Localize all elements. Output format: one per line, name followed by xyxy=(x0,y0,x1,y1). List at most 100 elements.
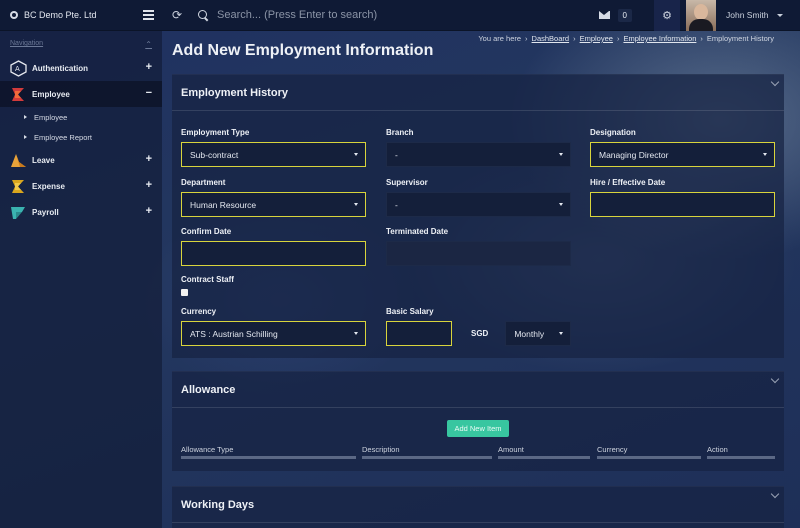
sidebar-subitem-employee[interactable]: Employee xyxy=(0,107,162,127)
sidebar-item-authentication[interactable]: A Authentication + xyxy=(0,55,162,81)
employment-type-field: Employment Type Sub-contract xyxy=(181,128,366,167)
column-divider xyxy=(181,456,356,459)
page-title: Add New Employment Information xyxy=(172,42,434,59)
select-value: ATS : Austrian Schilling xyxy=(190,328,278,339)
allowance-panel: Allowance Add New Item Allowance Type De… xyxy=(172,371,784,471)
expand-icon[interactable]: + xyxy=(146,154,152,165)
chevron-up-icon[interactable]: ⌃ xyxy=(145,40,152,49)
collapse-icon[interactable]: − xyxy=(146,88,152,99)
department-select[interactable]: Human Resource xyxy=(181,192,366,217)
menu-toggle-icon[interactable] xyxy=(143,10,154,20)
svg-text:A: A xyxy=(15,65,20,73)
refresh-icon[interactable]: ⟳ xyxy=(170,8,184,22)
supervisor-field: Supervisor - xyxy=(386,178,571,217)
panel-title: Employment History xyxy=(181,86,288,99)
field-label: Employment Type xyxy=(181,128,250,137)
settings-gear-icon[interactable]: ⚙ xyxy=(654,0,680,31)
sidebar-item-label: Payroll xyxy=(32,207,59,217)
sidebar-item-label: Authentication xyxy=(32,63,88,73)
basic-salary-input[interactable] xyxy=(386,321,452,346)
sidebar-subitem-employee-report[interactable]: Employee Report xyxy=(0,127,162,147)
chevron-down-icon[interactable] xyxy=(770,374,780,384)
expand-icon[interactable]: + xyxy=(146,206,152,217)
pay-period-select[interactable]: Monthly xyxy=(505,321,572,346)
breadcrumb-dashboard[interactable]: DashBoard xyxy=(532,34,570,43)
add-new-item-button[interactable]: Add New Item xyxy=(447,420,509,437)
leave-icon xyxy=(11,153,26,167)
supervisor-select[interactable]: - xyxy=(386,192,571,217)
sidebar-item-expense[interactable]: Expense + xyxy=(0,173,162,199)
avatar[interactable] xyxy=(686,0,716,31)
column-header-description[interactable]: Description xyxy=(362,445,400,454)
designation-field: Designation Managing Director xyxy=(590,128,775,167)
chevron-down-icon xyxy=(776,13,783,17)
sidebar-item-employee[interactable]: Employee − xyxy=(0,81,162,107)
column-divider xyxy=(597,456,701,459)
field-label: Contract Staff xyxy=(181,275,234,284)
panel-title: Working Days xyxy=(181,498,255,511)
mail-count-badge: 0 xyxy=(617,8,632,22)
employment-type-select[interactable]: Sub-contract xyxy=(181,142,366,167)
caret-right-icon xyxy=(24,135,27,139)
currency-select[interactable]: ATS : Austrian Schilling xyxy=(181,321,366,346)
chevron-down-icon[interactable] xyxy=(770,77,780,87)
search-bar xyxy=(198,9,599,21)
designation-select[interactable]: Managing Director xyxy=(590,142,775,167)
caret-down-icon xyxy=(354,203,358,206)
breadcrumb-separator: › xyxy=(525,34,528,43)
sidebar-item-label: Leave xyxy=(32,155,55,165)
column-divider xyxy=(707,456,775,459)
field-label: Currency xyxy=(181,307,217,316)
working-days-panel: Working Days xyxy=(172,486,784,528)
column-header-allowance-type[interactable]: Allowance Type xyxy=(181,445,233,454)
search-input[interactable] xyxy=(217,9,537,21)
sidebar-item-payroll[interactable]: Payroll + xyxy=(0,199,162,225)
panel-header: Employment History xyxy=(172,75,784,111)
select-value: - xyxy=(395,149,398,160)
contract-staff-checkbox[interactable] xyxy=(181,289,188,296)
payroll-icon xyxy=(11,206,25,219)
sidebar-subitem-label: Employee xyxy=(34,112,68,122)
terminated-date-input[interactable] xyxy=(386,241,571,266)
salary-currency-code: SGD xyxy=(471,329,489,338)
breadcrumb-employee-information[interactable]: Employee Information xyxy=(623,34,696,43)
caret-down-icon xyxy=(354,332,358,335)
field-label: Branch xyxy=(386,128,414,137)
breadcrumb-employee[interactable]: Employee xyxy=(580,34,613,43)
breadcrumb-prefix: You are here xyxy=(478,34,522,43)
column-header-action[interactable]: Action xyxy=(707,445,728,454)
basic-salary-row: SGD Monthly xyxy=(386,321,572,346)
top-bar: BC Demo Pte. Ltd ⟳ 0 ⚙ John Smith xyxy=(0,0,800,31)
user-menu[interactable]: John Smith xyxy=(716,10,800,20)
field-label: Department xyxy=(181,178,226,187)
breadcrumb-current: Employment History xyxy=(706,34,774,43)
messages[interactable]: 0 xyxy=(598,8,632,22)
search-icon[interactable] xyxy=(198,9,209,21)
select-value: Managing Director xyxy=(599,149,669,160)
expand-icon[interactable]: + xyxy=(146,180,152,191)
branch-select[interactable]: - xyxy=(386,142,571,167)
hire-date-input[interactable] xyxy=(590,192,775,217)
sidebar-heading[interactable]: Navigation ⌃ xyxy=(0,31,162,55)
expense-icon xyxy=(12,179,24,193)
chevron-down-icon[interactable] xyxy=(770,489,780,499)
breadcrumb-separator: › xyxy=(700,34,703,43)
sidebar-subitem-label: Employee Report xyxy=(34,132,92,142)
column-divider xyxy=(498,456,590,459)
caret-down-icon xyxy=(559,153,563,156)
panel-header: Working Days xyxy=(172,487,784,523)
confirm-date-input[interactable] xyxy=(181,241,366,266)
user-name: John Smith xyxy=(726,10,769,20)
mail-icon[interactable] xyxy=(598,11,610,19)
select-value: Monthly xyxy=(514,328,545,339)
sidebar-item-label: Expense xyxy=(32,181,65,191)
expand-icon[interactable]: + xyxy=(146,62,152,73)
contract-staff-field: Contract Staff xyxy=(181,275,234,296)
sidebar-item-leave[interactable]: Leave + xyxy=(0,147,162,173)
column-header-currency[interactable]: Currency xyxy=(597,445,627,454)
panel-header: Allowance xyxy=(172,372,784,408)
department-field: Department Human Resource xyxy=(181,178,366,217)
column-header-amount[interactable]: Amount xyxy=(498,445,524,454)
field-label: Terminated Date xyxy=(386,227,449,236)
sidebar-item-label: Employee xyxy=(32,89,70,99)
